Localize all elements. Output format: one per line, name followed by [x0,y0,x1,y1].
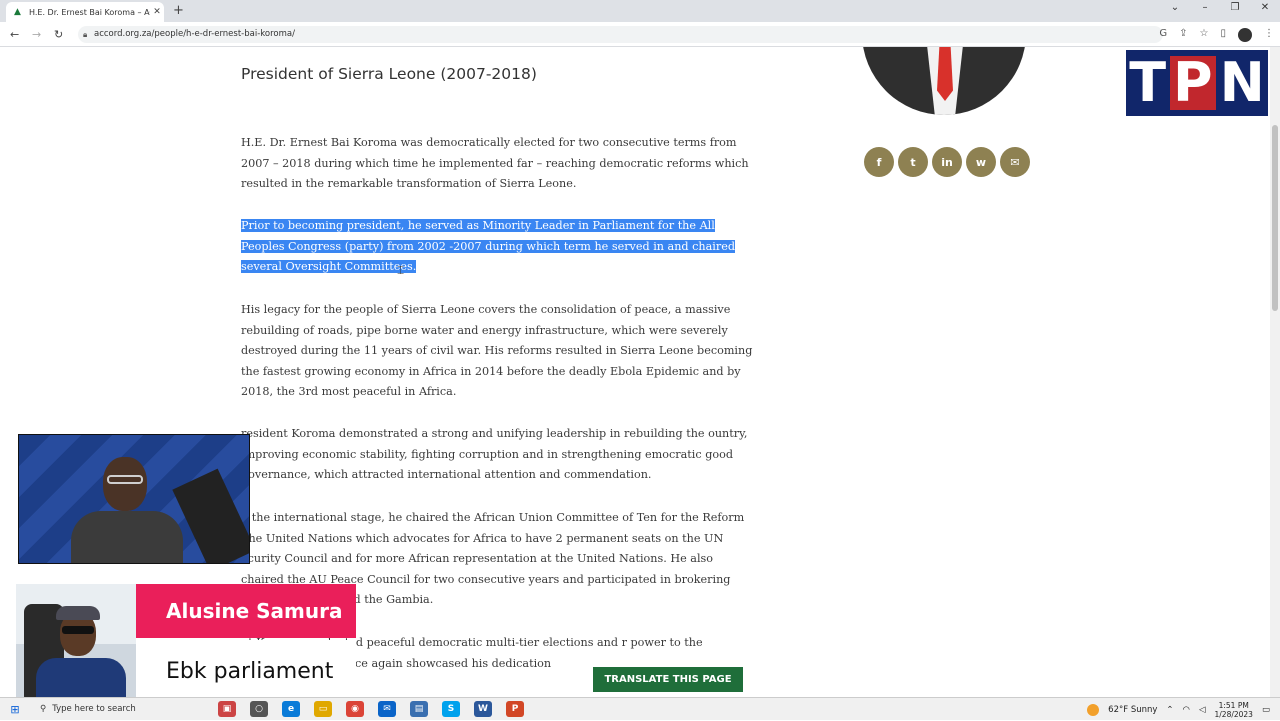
browser-tab-strip: ▲ H.E. Dr. Ernest Bai Koroma – ACC ✕ + ⌄… [0,0,1280,22]
task-view-icon[interactable]: ○ [250,701,268,717]
browser-tab[interactable]: ▲ H.E. Dr. Ernest Bai Koroma – ACC ✕ [6,2,164,22]
host-body [71,511,183,563]
word-icon[interactable]: W [474,701,492,717]
tab-search-icon[interactable]: ⌄ [1160,2,1190,13]
google-icon[interactable]: G [1159,28,1167,42]
app-icon[interactable]: ▤ [410,701,428,717]
taskbar-search[interactable]: ⚲ Type here to search [30,704,200,714]
translate-page-button[interactable]: TRANSLATE THIS PAGE [593,667,743,692]
new-tab-button[interactable]: + [173,3,184,18]
weather-text[interactable]: 62°F Sunny [1108,705,1157,715]
logo-letter-t: T [1129,51,1167,114]
logo-letter-n: N [1219,51,1265,114]
facebook-share-icon[interactable]: f [864,147,894,177]
email-share-icon[interactable]: ✉ [1000,147,1030,177]
windows-taskbar: ⊞ ⚲ Type here to search ▣ ○ e ▭ ◉ ✉ ▤ S … [0,697,1280,720]
menu-kebab-icon[interactable]: ⋮ [1264,28,1274,42]
twitter-share-icon[interactable]: t [898,147,928,177]
tab-title: H.E. Dr. Ernest Bai Koroma – ACC [29,7,150,17]
taskbar-clock[interactable]: 1:51 PM 1/28/2023 [1215,701,1253,719]
powerpoint-icon[interactable]: P [506,701,524,717]
window-controls: ⌄ – ❐ ✕ [1160,2,1280,13]
restore-icon[interactable]: ❐ [1220,2,1250,13]
address-bar-row: ← → ↻ 🔒︎ accord.org.za/people/h-e-dr-ern… [0,22,1280,47]
profile-portrait [862,47,1026,115]
back-arrow-icon[interactable]: ← [10,28,19,41]
url-text: accord.org.za/people/h-e-dr-ernest-bai-k… [94,29,295,39]
bio-paragraph-1: H.E. Dr. Ernest Bai Koroma was democrati… [241,136,749,191]
bio-paragraph-2-selected: Prior to becoming president, he served a… [241,216,756,278]
forward-arrow-icon[interactable]: → [32,28,41,41]
edge-icon[interactable]: e [282,701,300,717]
weather-sun-icon [1087,703,1100,716]
logo-letter-p: P [1170,56,1216,110]
bio-paragraph-3: His legacy for the people of Sierra Leon… [241,303,753,399]
clock-time: 1:51 PM [1218,700,1249,710]
host-glasses [107,475,143,484]
search-icon: ⚲ [40,704,47,714]
minimize-icon[interactable]: – [1190,2,1220,13]
bookmark-star-icon[interactable]: ☆ [1200,28,1209,42]
guest-cap [56,606,100,620]
notifications-icon[interactable]: ▭ [1262,705,1270,715]
chrome-icon[interactable]: ◉ [346,701,364,717]
network-icon[interactable]: ◠ [1183,705,1190,715]
taskbar-search-placeholder: Type here to search [52,704,136,714]
whatsapp-share-icon[interactable]: w [966,147,996,177]
linkedin-share-icon[interactable]: in [932,147,962,177]
guest-sunglasses [62,626,94,634]
site-favicon-icon: ▲ [14,6,21,17]
taskbar-apps: ▣ ○ e ▭ ◉ ✉ ▤ S W P [218,701,524,717]
portrait-tie [937,47,953,101]
page-scrollbar[interactable] [1270,47,1280,697]
scrollbar-thumb[interactable] [1272,125,1278,311]
share-buttons: f t in w ✉ [864,147,1030,177]
start-windows-icon[interactable]: ⊞ [0,703,30,716]
skype-icon[interactable]: S [442,701,460,717]
browser-toolbar: G ⇪ ☆ ▯ ⋮ [1159,28,1274,42]
host-head [103,457,147,511]
bio-paragraph-4: resident Koroma demonstrated a strong an… [241,427,748,482]
close-window-icon[interactable]: ✕ [1250,2,1280,13]
tray-chevron-icon[interactable]: ⌃ [1166,705,1173,715]
webcam-guest [16,584,136,704]
url-field[interactable]: 🔒︎ accord.org.za/people/h-e-dr-ernest-ba… [78,26,1163,43]
system-tray: 62°F Sunny ⌃ ◠ ◁ 1:51 PM 1/28/2023 ▭ [1087,698,1280,721]
clock-date: 1/28/2023 [1214,709,1253,719]
profile-avatar[interactable] [1238,28,1252,42]
reload-icon[interactable]: ↻ [54,28,63,41]
webcam-host [18,434,250,564]
volume-icon[interactable]: ◁ [1199,705,1206,715]
lock-icon: 🔒︎ [83,30,88,39]
lower-third-subtitle: Ebk parliament [146,640,356,702]
selected-text: Prior to becoming president, he served a… [241,219,735,274]
page-title: President of Sierra Leone (2007-2018) [241,65,537,83]
side-panel-icon[interactable]: ▯ [1220,28,1226,42]
mail-icon[interactable]: ✉ [378,701,396,717]
file-explorer-icon[interactable]: ▭ [314,701,332,717]
app-photos-icon[interactable]: ▣ [218,701,236,717]
tab-close-icon[interactable]: ✕ [150,7,164,17]
lower-third-name: Alusine Samura [136,584,356,638]
mouse-cursor-icon: ⌶ [397,263,405,277]
tpn-logo: T P N [1126,50,1268,116]
share-page-icon[interactable]: ⇪ [1179,28,1187,42]
